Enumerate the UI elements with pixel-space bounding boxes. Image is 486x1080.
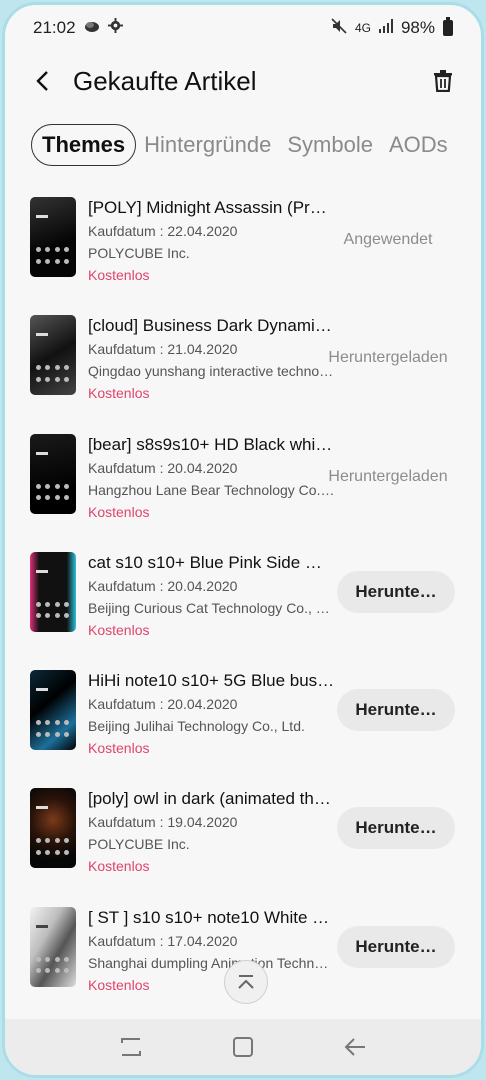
back-arrow-icon <box>36 71 48 91</box>
category-tabs: Themes Hintergründe Symbole AODs <box>31 123 471 167</box>
item-status: Angewendet <box>343 231 433 248</box>
item-name: [POLY] Midnight Assassin (Pre… <box>88 198 336 217</box>
download-button[interactable]: Herunte… <box>337 925 455 968</box>
phone-screen: 21:02 4G 98% Gekaufte Artikel Themes Hin… <box>2 2 484 1078</box>
battery-icon <box>443 17 453 36</box>
item-status: Heruntergeladen <box>328 349 448 367</box>
recent-apps-button[interactable] <box>111 1027 151 1067</box>
download-button[interactable]: Herunte… <box>337 570 455 613</box>
item-date: Kaufdatum : 20.04.2020 <box>88 577 238 594</box>
theme-thumbnail <box>30 197 76 277</box>
item-date: Kaufdatum : 21.04.2020 <box>88 341 238 358</box>
item-name: cat s10 s10+ Blue Pink Side … <box>88 552 322 572</box>
item-vendor: Hangzhou Lane Bear Technology Co.… <box>88 481 335 498</box>
battery-percent: 98% <box>400 18 435 37</box>
item-date: Kaufdatum : 20.04.2020 <box>88 696 238 713</box>
item-date: Kaufdatum : 17.04.2020 <box>88 932 238 949</box>
item-price: Kostenlos <box>88 267 150 283</box>
item-vendor: POLYCUBE Inc. <box>88 245 190 261</box>
tab-themes[interactable]: Themes <box>31 124 137 166</box>
list-item[interactable]: [cloud] Business Dark Dynami… Kaufdatum … <box>5 299 481 417</box>
home-button[interactable] <box>223 1027 263 1067</box>
theme-thumbnail <box>30 315 76 396</box>
back-nav-icon <box>344 1038 365 1056</box>
list-item[interactable]: cat s10 s10+ Blue Pink Side … Kaufdatum … <box>5 536 481 654</box>
trash-icon <box>434 70 452 92</box>
list-item[interactable]: [poly] owl in dark (animated th… Kaufdat… <box>5 772 481 890</box>
scroll-to-top-button[interactable] <box>224 960 268 1004</box>
item-date: Kaufdatum : 19.04.2020 <box>88 814 238 831</box>
item-status: Heruntergeladen <box>328 467 448 485</box>
list-item[interactable]: HiHi note10 s10+ 5G Blue bus… Kaufdatum … <box>5 654 481 772</box>
theme-thumbnail <box>30 906 76 987</box>
item-price: Kostenlos <box>88 621 150 638</box>
page-title: Gekaufte Artikel <box>73 65 257 96</box>
tab-hintergruende[interactable]: Hintergründe <box>136 124 279 166</box>
app-bar: Gekaufte Artikel <box>5 55 481 107</box>
list-item[interactable]: [bear] s8s9s10+ HD Black whi… Kaufdatum … <box>5 418 481 536</box>
item-price: Kostenlos <box>88 385 150 402</box>
recent-apps-icon <box>121 1038 141 1056</box>
item-price: Kostenlos <box>88 740 150 757</box>
tab-symbole[interactable]: Symbole <box>279 124 381 166</box>
status-bar: 21:02 4G 98% <box>5 5 481 51</box>
item-vendor: POLYCUBE Inc. <box>88 836 190 853</box>
item-name: [poly] owl in dark (animated th… <box>88 789 331 809</box>
theme-thumbnail <box>30 670 76 751</box>
status-time: 21:02 <box>33 18 76 37</box>
item-name: HiHi note10 s10+ 5G Blue bus… <box>88 671 335 691</box>
item-name: [ ST ] s10 s10+ note10 White … <box>88 907 330 927</box>
item-date: Kaufdatum : 20.04.2020 <box>88 459 238 476</box>
theme-thumbnail <box>30 551 76 632</box>
home-icon <box>233 1037 253 1057</box>
item-vendor: Beijing Curious Cat Technology Co., … <box>88 599 330 616</box>
item-name: [bear] s8s9s10+ HD Black whi… <box>88 434 333 454</box>
weather-icon <box>84 18 100 38</box>
signal-icon <box>378 18 393 38</box>
list-item[interactable]: [POLY] Midnight Assassin (Pre… Kaufdatum… <box>5 181 481 299</box>
system-navigation-bar <box>5 1019 481 1075</box>
purchased-items-list: [POLY] Midnight Assassin (Pre… Kaufdatum… <box>5 181 481 1009</box>
tab-aods[interactable]: AODs <box>381 124 456 166</box>
item-price: Kostenlos <box>88 976 150 993</box>
item-price: Kostenlos <box>88 503 150 520</box>
item-vendor: Qingdao yunshang interactive techno… <box>88 363 334 380</box>
back-button[interactable] <box>23 61 63 101</box>
theme-thumbnail <box>30 433 76 514</box>
theme-thumbnail <box>30 788 76 869</box>
item-name: [cloud] Business Dark Dynami… <box>88 316 332 336</box>
delete-button[interactable] <box>425 63 461 99</box>
chevron-up-icon <box>238 975 254 989</box>
item-vendor: Shanghai dumpling Animation Techn… <box>88 954 329 971</box>
item-price: Kostenlos <box>88 858 150 875</box>
download-button[interactable]: Herunte… <box>337 807 455 850</box>
settings-gear-icon <box>107 18 123 38</box>
network-type-label: 4G <box>354 21 371 35</box>
item-vendor: Beijing Julihai Technology Co., Ltd. <box>88 718 305 735</box>
item-date: Kaufdatum : 22.04.2020 <box>88 223 238 239</box>
download-button[interactable]: Herunte… <box>337 689 455 732</box>
back-nav-button[interactable] <box>335 1027 375 1067</box>
mute-icon <box>331 17 347 39</box>
